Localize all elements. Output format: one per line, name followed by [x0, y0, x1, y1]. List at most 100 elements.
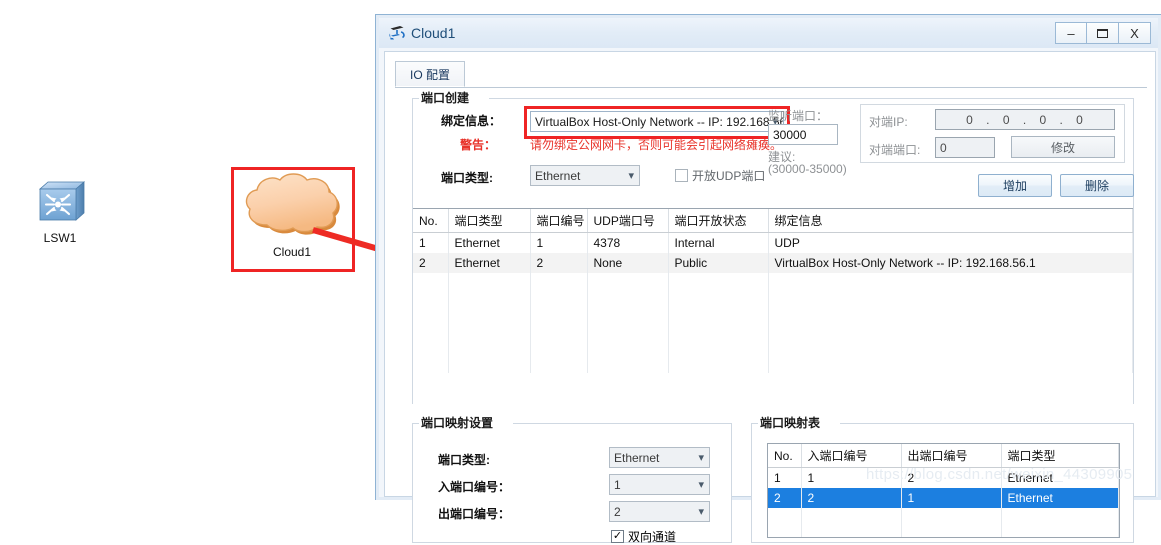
- table-cell: UDP: [768, 232, 1133, 253]
- dialog-client-area: IO 配置 端口创建 绑定信息： VirtualBox Host-Only Ne…: [384, 51, 1156, 544]
- table-cell: [587, 353, 669, 373]
- peer-port-value: 0: [940, 140, 947, 155]
- map-port-type-value: Ethernet: [614, 450, 660, 465]
- port-map-table-grid: No. 入端口编号 出端口编号 端口类型 1 1 2 Ethernet 2 2 1 Ethernet: [768, 444, 1119, 537]
- table-cell: [413, 313, 449, 333]
- maximize-button[interactable]: [1087, 22, 1119, 44]
- map-port-type-label: 端口类型:: [438, 453, 490, 467]
- table-header-row: No. 入端口编号 出端口编号 端口类型: [768, 444, 1119, 468]
- maximize-icon: [1097, 28, 1108, 38]
- dialog-title: Cloud1: [411, 25, 456, 41]
- table-row-empty[interactable]: [768, 508, 1119, 528]
- topology-canvas[interactable]: LSW1 Cloud1: [0, 0, 375, 500]
- table-cell: 2: [413, 253, 449, 273]
- port-map-table-title: 端口映射表: [758, 414, 841, 431]
- table-cell: 4378: [587, 232, 669, 253]
- table-cell: [1001, 508, 1119, 528]
- table-header-row: No. 端口类型 端口编号 UDP端口号 端口开放状态 绑定信息: [413, 209, 1133, 233]
- in-port-value: 1: [614, 477, 621, 492]
- table-cell: [668, 273, 769, 293]
- table-row-empty[interactable]: [413, 333, 1133, 353]
- bidirectional-checkbox[interactable]: ✓ 双向通道: [611, 528, 676, 545]
- table-cell: [768, 528, 802, 537]
- peer-port-input[interactable]: 0: [935, 137, 995, 158]
- table-row-empty[interactable]: [413, 353, 1133, 373]
- table-cell: [530, 293, 588, 313]
- chevron-down-icon: ▾: [628, 170, 634, 182]
- port-map-settings-title: 端口映射设置: [419, 414, 514, 431]
- table-cell: [448, 333, 531, 353]
- column-header[interactable]: UDP端口号: [587, 209, 669, 233]
- in-port-combo[interactable]: 1 ▾: [609, 474, 710, 495]
- column-header[interactable]: 出端口编号: [901, 444, 1002, 468]
- port-map-table-group: 端口映射表 No. 入端口编号 出端口编号 端口类型 1 1 2 Ethernet 2 2 1 Et…: [751, 414, 1134, 543]
- table-cell: [668, 293, 769, 313]
- port-map-table[interactable]: No. 入端口编号 出端口编号 端口类型 1 1 2 Ethernet 2 2 1 Ethernet: [767, 443, 1120, 538]
- table-cell: [801, 508, 902, 528]
- table-row-empty[interactable]: [413, 293, 1133, 313]
- table-cell: [587, 313, 669, 333]
- column-header[interactable]: No.: [413, 209, 449, 233]
- binding-info-value: VirtualBox Host-Only Network -- IP: 192.…: [535, 114, 783, 129]
- column-header[interactable]: 入端口编号: [801, 444, 902, 468]
- table-cell: 2: [768, 488, 802, 508]
- binding-info-combo[interactable]: VirtualBox Host-Only Network -- IP: 192.…: [530, 111, 784, 132]
- peer-port-label: 对端端口:: [869, 143, 921, 157]
- table-row-empty[interactable]: [413, 273, 1133, 293]
- table-cell: [413, 273, 449, 293]
- close-button[interactable]: X: [1119, 22, 1151, 44]
- table-cell: Ethernet: [448, 253, 531, 273]
- table-cell: [530, 333, 588, 353]
- port-map-settings-group: 端口映射设置 端口类型: Ethernet ▾ 入端口编号： 1 ▾ 出端口编号…: [412, 414, 732, 545]
- column-header[interactable]: 绑定信息: [768, 209, 1133, 233]
- port-type-value: Ethernet: [535, 168, 581, 183]
- table-cell: 2: [530, 253, 588, 273]
- device-lsw1[interactable]: LSW1: [20, 180, 100, 245]
- listen-port-value: 30000: [773, 127, 807, 142]
- device-cloud1[interactable]: Cloud1: [232, 168, 352, 259]
- table-cell: [530, 273, 588, 293]
- peer-ip-input[interactable]: 0 . 0 . 0 . 0: [935, 109, 1115, 130]
- table-row-empty[interactable]: [413, 313, 1133, 333]
- delete-button[interactable]: 删除: [1060, 174, 1134, 197]
- column-header[interactable]: 端口开放状态: [668, 209, 769, 233]
- open-udp-port-checkbox[interactable]: 开放UDP端口: [675, 167, 765, 184]
- column-header[interactable]: No.: [768, 444, 802, 468]
- modify-button[interactable]: 修改: [1011, 136, 1115, 158]
- port-table[interactable]: No. 端口类型 端口编号 UDP端口号 端口开放状态 绑定信息 1 Ethernet 1 43…: [413, 208, 1133, 404]
- table-cell: Internal: [668, 232, 769, 253]
- peer-ip-label: 对端IP:: [869, 115, 908, 129]
- table-row[interactable]: 2 2 1 Ethernet: [768, 488, 1119, 508]
- dialog-titlebar[interactable]: Cloud1 – X: [379, 18, 1158, 48]
- add-button[interactable]: 增加: [978, 174, 1052, 197]
- tab-strip: IO 配置: [395, 61, 1147, 88]
- table-cell: None: [587, 253, 669, 273]
- table-cell: 1: [413, 232, 449, 253]
- tab-io-config[interactable]: IO 配置: [395, 61, 466, 87]
- map-port-type-combo[interactable]: Ethernet ▾: [609, 447, 710, 468]
- chevron-down-icon: ▾: [698, 452, 704, 464]
- listen-port-hint-2: (30000-35000): [768, 162, 847, 176]
- column-header[interactable]: 端口编号: [530, 209, 588, 233]
- port-type-label: 端口类型:: [441, 171, 493, 185]
- column-header[interactable]: 端口类型: [448, 209, 531, 233]
- out-port-label: 出端口编号：: [438, 507, 511, 521]
- table-cell: 1: [530, 232, 588, 253]
- port-create-group-title: 端口创建: [419, 89, 490, 106]
- device-label: Cloud1: [272, 245, 312, 259]
- peer-ip-value: 0 . 0 . 0 . 0: [966, 112, 1088, 127]
- table-cell: [587, 273, 669, 293]
- table-row[interactable]: 1 Ethernet 1 4378 Internal UDP: [413, 232, 1133, 253]
- minimize-button[interactable]: –: [1055, 22, 1087, 44]
- open-udp-port-label: 开放UDP端口: [692, 169, 766, 183]
- out-port-combo[interactable]: 2 ▾: [609, 501, 710, 522]
- column-header[interactable]: 端口类型: [1001, 444, 1119, 468]
- table-row[interactable]: 2 Ethernet 2 None Public VirtualBox Host-Only…: [413, 253, 1133, 273]
- listen-port-label: 监听端口：: [768, 109, 829, 123]
- table-cell: [1001, 528, 1119, 537]
- port-type-combo[interactable]: Ethernet ▾: [530, 165, 640, 186]
- table-row-empty[interactable]: [768, 528, 1119, 537]
- table-cell: 1: [768, 467, 802, 488]
- watermark-text: https://blog.csdn.net/weixin_44309905: [866, 466, 1133, 483]
- listen-port-input[interactable]: 30000: [768, 124, 838, 145]
